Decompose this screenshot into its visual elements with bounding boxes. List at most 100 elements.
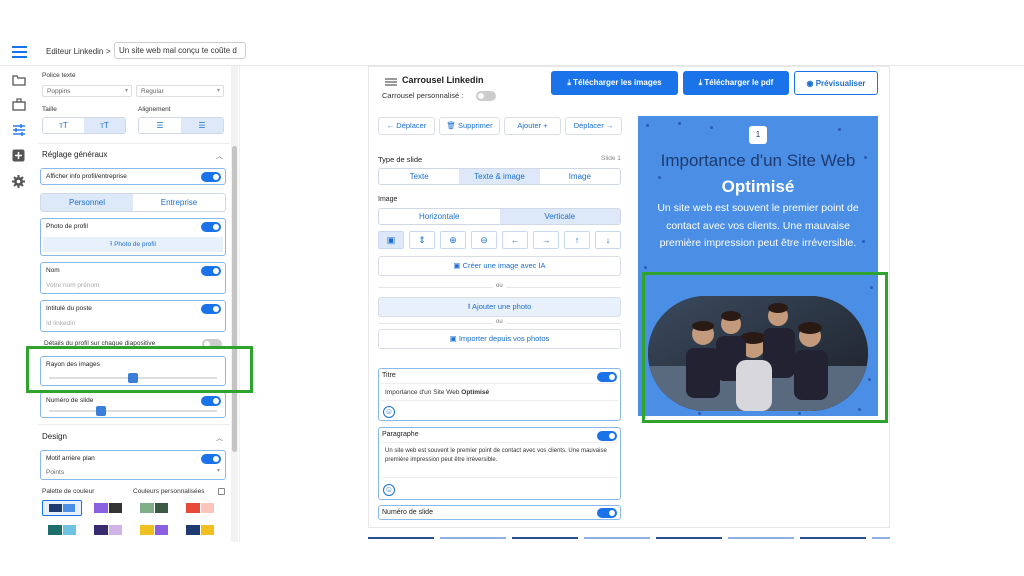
weight-select[interactable]: Regular ▾ <box>136 85 224 97</box>
type-texte-tab[interactable]: Texte <box>379 169 459 184</box>
download-images-button[interactable]: ⤓ Télécharger les images <box>551 71 678 95</box>
slide-thumb-8[interactable] <box>872 537 890 539</box>
chevron-down-icon: ▾ <box>217 468 221 474</box>
palette-swatch[interactable] <box>42 500 82 516</box>
font-select[interactable]: Poppins ▾ <box>42 85 132 97</box>
slide-thumb-7[interactable] <box>800 537 866 539</box>
poste-input[interactable]: Id linkedin <box>46 320 75 327</box>
zoom-in-icon[interactable]: ⊕ <box>440 231 466 249</box>
motif-select[interactable]: Points <box>46 469 64 476</box>
add-photo-button[interactable]: ⭱ Ajouter une photo <box>378 297 621 317</box>
arrow-right-icon[interactable]: → <box>533 231 559 249</box>
app-root: Editeur Linkedin > Un site web mal conçu… <box>0 0 1024 576</box>
custom-colors-label: Couleurs personnalisées <box>133 488 205 495</box>
add-button[interactable]: Ajouter + <box>504 117 561 135</box>
arrow-left-icon[interactable]: ← <box>502 231 528 249</box>
breadcrumb-title-input[interactable]: Un site web mal conçu te coûte d <box>114 42 246 59</box>
breadcrumb-root[interactable]: Editeur Linkedin <box>46 47 103 56</box>
orient-verticale-tab[interactable]: Verticale <box>499 209 620 224</box>
emoji-icon[interactable]: ☺ <box>383 484 395 496</box>
download-pdf-button[interactable]: ⤓ Télécharger le pdf <box>683 71 789 95</box>
nom-input[interactable]: Votre nom prénom <box>46 282 99 289</box>
chevron-up-icon[interactable]: ︿ <box>216 433 223 443</box>
palette-swatch[interactable] <box>42 522 82 538</box>
palette-color <box>94 525 108 535</box>
titre-label: Titre <box>382 372 396 379</box>
slide-thumb-1[interactable] <box>368 537 434 539</box>
palette-color <box>154 503 168 513</box>
move-right-button[interactable]: Déplacer → <box>565 117 622 135</box>
tab-personnel[interactable]: Personnel <box>41 194 133 211</box>
align-center-button[interactable]: ☰ <box>181 118 223 133</box>
sidebar-scrollbar[interactable] <box>231 66 238 542</box>
palette-swatch[interactable] <box>180 500 220 516</box>
move-left-button[interactable]: ← Déplacer <box>378 117 435 135</box>
palette-color <box>200 503 214 513</box>
slide-thumb-5[interactable] <box>656 537 722 539</box>
slide-thumb-6[interactable] <box>728 537 794 539</box>
upload-photo-button[interactable]: ⭱ Photo de profil <box>43 237 223 252</box>
titre-toggle[interactable] <box>597 372 617 382</box>
import-photos-button[interactable]: ▣ Importer depuis vos photos <box>378 329 621 349</box>
chevron-up-icon[interactable]: ︿ <box>216 151 223 161</box>
design-section-title[interactable]: Design <box>42 432 67 441</box>
compress-icon[interactable]: ⇕ <box>409 231 435 249</box>
carrousel-perso-toggle[interactable] <box>476 91 496 101</box>
folder-icon[interactable] <box>12 73 26 91</box>
preview-button[interactable]: ◉ Prévisualiser <box>794 71 878 95</box>
crop-icon[interactable]: ▣ <box>378 231 404 249</box>
move-right-label: Déplacer <box>573 121 604 130</box>
paragraphe-card: Paragraphe Un site web est souvent le pr… <box>378 427 621 500</box>
arrow-up-icon[interactable]: ↑ <box>564 231 590 249</box>
text-size-small-button[interactable]: ᴛT <box>43 118 84 133</box>
align-left-button[interactable]: ☰ <box>139 118 181 133</box>
type-image-tab[interactable]: Image <box>540 169 620 184</box>
tab-entreprise[interactable]: Entreprise <box>133 194 225 211</box>
photo-profil-toggle[interactable] <box>201 222 221 232</box>
paragraphe-textarea[interactable]: Un site web est souvent le premier point… <box>381 442 618 478</box>
plus-square-icon[interactable] <box>12 149 25 167</box>
palette-swatch[interactable] <box>88 500 128 516</box>
numero-slide-toggle[interactable] <box>597 508 617 518</box>
custom-colors-checkbox[interactable] <box>218 488 225 495</box>
afficher-profil-toggle[interactable] <box>201 172 221 182</box>
palette-color <box>62 525 76 535</box>
type-texte-image-tab[interactable]: Texte & image <box>459 169 540 184</box>
palette-color <box>49 504 62 512</box>
numero-slider-thumb[interactable] <box>96 406 107 416</box>
palette-color <box>48 525 62 535</box>
nom-toggle[interactable] <box>201 266 221 276</box>
poste-toggle[interactable] <box>201 304 221 314</box>
numero-slider[interactable] <box>49 410 217 412</box>
emoji-icon[interactable]: ☺ <box>383 406 395 418</box>
image-label: Image <box>378 196 398 203</box>
palette-swatch[interactable] <box>134 522 174 538</box>
numero-toggle[interactable] <box>201 396 221 406</box>
motif-toggle[interactable] <box>201 454 221 464</box>
palette-swatch[interactable] <box>88 522 128 538</box>
slide-thumb-3[interactable] <box>512 537 578 539</box>
palette-color <box>154 525 168 535</box>
weight-value: Regular <box>141 88 164 95</box>
gear-icon[interactable] <box>12 175 25 193</box>
slide-thumb-4[interactable] <box>584 537 650 539</box>
briefcase-icon[interactable] <box>12 98 26 116</box>
sliders-icon[interactable] <box>12 123 26 141</box>
arrow-down-icon[interactable]: ↓ <box>595 231 621 249</box>
titre-textarea[interactable]: Importance d'un Site Web Optimisé <box>381 383 618 401</box>
delete-button[interactable]: 🗑 Supprimer <box>439 117 500 135</box>
paragraphe-toggle[interactable] <box>597 431 617 441</box>
create-ai-image-button[interactable]: ▣ Créer une image avec IA <box>378 256 621 276</box>
palette-swatch[interactable] <box>134 500 174 516</box>
palette-swatch[interactable] <box>180 522 220 538</box>
slide-thumb-2[interactable] <box>440 537 506 539</box>
afficher-profil-label: Afficher info profil/entreprise <box>46 173 127 180</box>
reglage-section-title[interactable]: Réglage généraux <box>42 150 107 159</box>
orient-horizontale-tab[interactable]: Horizontale <box>379 209 500 224</box>
pattern-dot <box>644 266 647 269</box>
sliders-icon <box>385 74 397 86</box>
text-size-large-button[interactable]: ᴛT <box>84 118 125 133</box>
menu-icon[interactable] <box>12 45 27 58</box>
scrollbar-thumb[interactable] <box>232 146 237 452</box>
zoom-out-icon[interactable]: ⊖ <box>471 231 497 249</box>
